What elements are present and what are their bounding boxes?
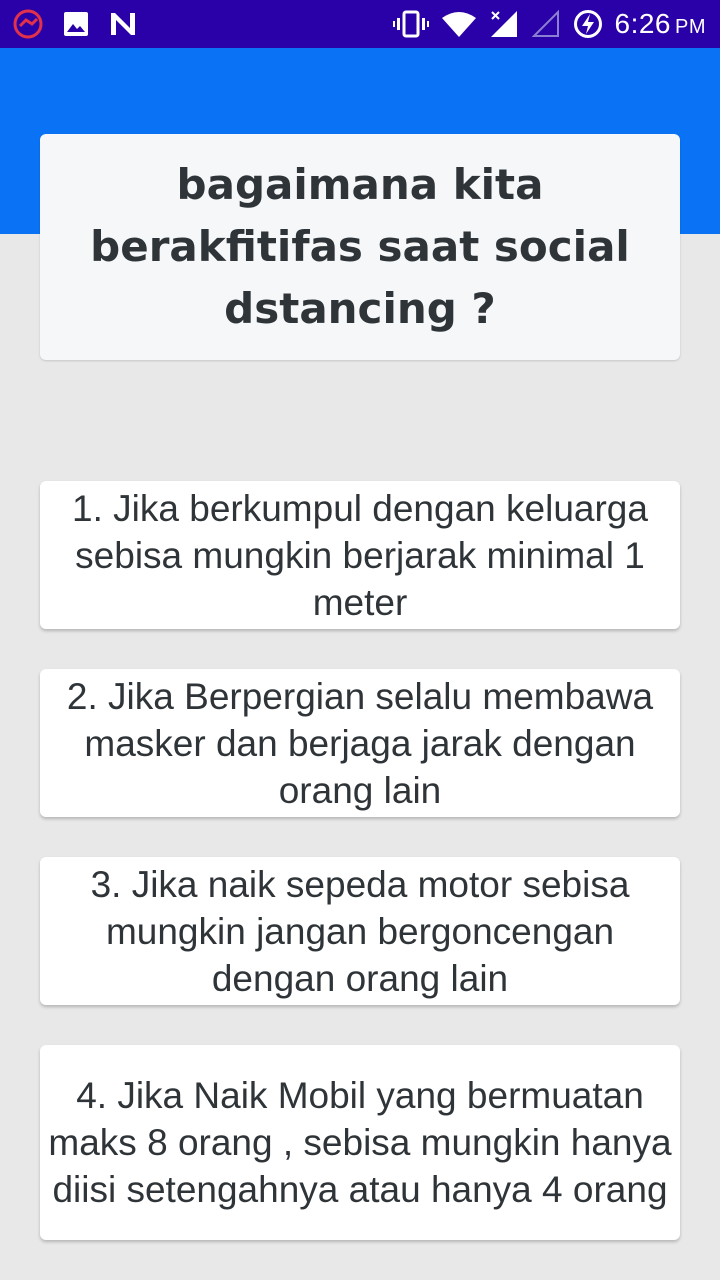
page-title: bagaimana kita berakfitifas saat social … xyxy=(90,160,630,333)
tip-text: 4. Jika Naik Mobil yang bermuatan maks 8… xyxy=(48,1075,672,1210)
title-card: bagaimana kita berakfitifas saat social … xyxy=(40,134,680,360)
image-icon xyxy=(64,12,88,36)
tip-text: 3. Jika naik sepeda motor sebisa mungkin… xyxy=(90,863,630,999)
system-icons: 6:26 PM xyxy=(392,6,707,42)
status-bar: 6:26 PM xyxy=(0,0,720,48)
tip-card-2[interactable]: 2. Jika Berpergian selalu membawa masker… xyxy=(40,669,680,817)
battery-charging-icon xyxy=(573,10,602,38)
tip-card-1[interactable]: 1. Jika berkumpul dengan keluarga sebisa… xyxy=(40,481,680,629)
status-time: 6:26 PM xyxy=(615,8,707,40)
status-time-value: 6:26 xyxy=(614,8,671,39)
app-notification-icon xyxy=(13,9,43,39)
wifi-icon xyxy=(441,12,476,37)
tip-text: 1. Jika berkumpul dengan keluarga sebisa… xyxy=(72,487,648,623)
tip-card-3[interactable]: 3. Jika naik sepeda motor sebisa mungkin… xyxy=(40,857,680,1005)
notification-icons xyxy=(12,8,138,40)
signal-empty-icon xyxy=(531,9,559,37)
status-time-ampm: PM xyxy=(675,16,706,38)
tip-card-4[interactable]: 4. Jika Naik Mobil yang bermuatan maks 8… xyxy=(40,1045,680,1240)
vibrate-icon xyxy=(392,10,429,38)
n-icon xyxy=(111,13,135,35)
tip-text: 2. Jika Berpergian selalu membawa masker… xyxy=(66,675,654,811)
signal-icon xyxy=(490,11,517,37)
